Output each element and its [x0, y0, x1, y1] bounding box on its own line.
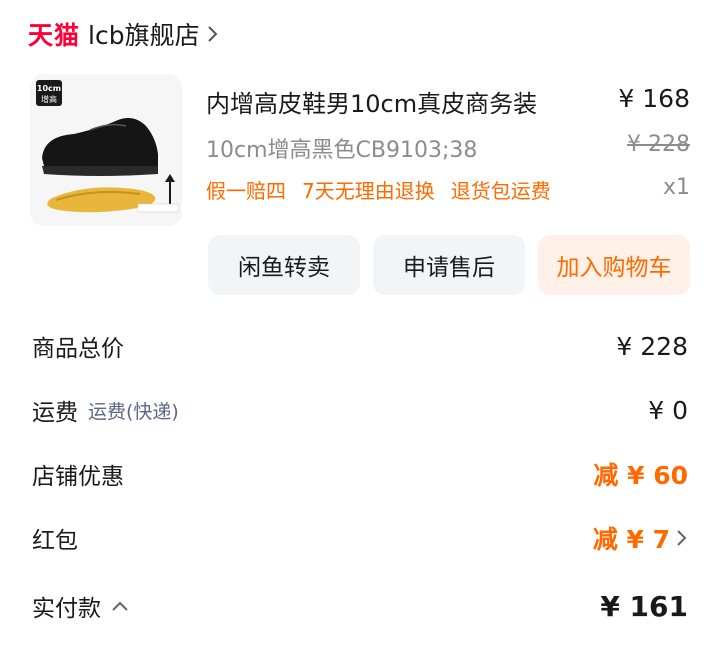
row-label: 运费 运费(快递)	[32, 393, 179, 427]
service-tags: 假一赔四 7天无理由退换 退货包运费	[206, 175, 551, 204]
original-price: ¥ 228	[627, 132, 690, 157]
product-image[interactable]: 10cm 增高	[30, 74, 182, 226]
service-tag: 7天无理由退换	[302, 179, 435, 203]
product-title[interactable]: 内增高皮鞋男10cm真皮商务装	[206, 84, 537, 119]
chevron-up-icon	[112, 601, 128, 611]
shipping-label: 运费	[32, 400, 78, 426]
store-discount-row: 店铺优惠 减 ¥ 60	[32, 454, 688, 494]
resell-button[interactable]: 闲鱼转卖	[208, 235, 360, 295]
shop-header[interactable]: 天猫 lcb旗舰店	[28, 14, 220, 54]
red-packet-label: 红包	[32, 528, 78, 554]
total-goods-row: 商品总价 ¥ 228	[32, 326, 688, 366]
tmall-logo: 天猫	[28, 21, 81, 50]
row-label: 商品总价	[32, 336, 124, 362]
service-tag: 假一赔四	[206, 179, 286, 203]
paid-value: ¥ 161	[600, 589, 688, 623]
svg-text:增高: 增高	[41, 94, 57, 104]
chevron-right-icon	[677, 530, 687, 546]
total-goods-value: ¥ 228	[616, 331, 688, 361]
shipping-value: ¥ 0	[648, 395, 688, 425]
aftersale-button[interactable]: 申请售后	[373, 235, 525, 295]
add-to-cart-button[interactable]: 加入购物车	[538, 235, 690, 295]
store-discount-label: 店铺优惠	[32, 464, 124, 490]
product-price: ¥ 168	[618, 84, 690, 113]
store-discount-value: 减 ¥ 60	[593, 461, 688, 490]
product-quantity: x1	[662, 175, 690, 200]
shipping-method: 运费(快递)	[88, 400, 179, 423]
red-packet-value-wrap[interactable]: 减 ¥ 7	[593, 520, 688, 556]
paid-row[interactable]: 实付款 ¥ 161	[32, 586, 688, 626]
paid-label-wrap[interactable]: 实付款	[32, 589, 129, 623]
paid-label: 实付款	[32, 596, 101, 622]
svg-text:10cm: 10cm	[37, 84, 61, 93]
chevron-right-icon	[207, 26, 217, 42]
red-packet-row[interactable]: 红包 减 ¥ 7	[32, 518, 688, 558]
service-tag: 退货包运费	[450, 179, 551, 203]
shop-name[interactable]: lcb旗舰店	[88, 16, 200, 52]
red-packet-value: 减 ¥ 7	[592, 525, 670, 554]
shipping-row: 运费 运费(快递) ¥ 0	[32, 390, 688, 430]
product-sku: 10cm增高黑色CB9103;38	[206, 138, 478, 163]
